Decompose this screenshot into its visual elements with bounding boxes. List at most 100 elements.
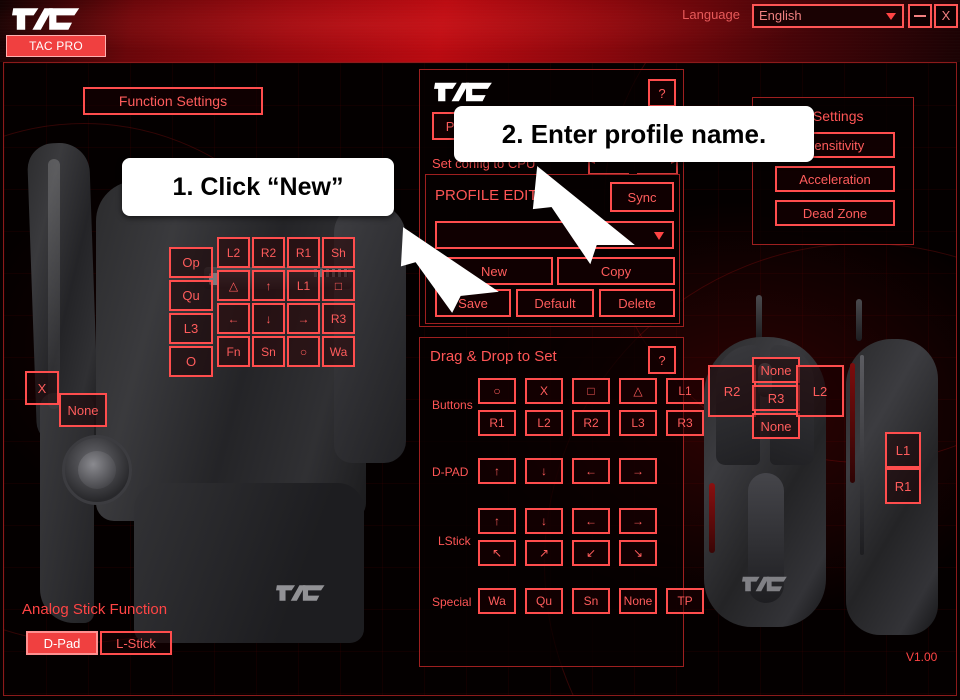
dd-key[interactable]: L3 [619, 410, 657, 436]
dragdrop-help-button[interactable]: ? [648, 346, 676, 374]
mouse-tac-logo-icon [742, 576, 787, 592]
stick-tag-none[interactable]: None [59, 393, 107, 427]
dragdrop-row-label-buttons: Buttons [432, 398, 473, 412]
dragdrop-row-lstick-2: ↖ ↗ ↙ ↘ [478, 540, 657, 566]
dd-key[interactable]: ↖ [478, 540, 516, 566]
analog-mode-dpad[interactable]: D-Pad [26, 631, 98, 655]
mouse-tag-none-bottom[interactable]: None [752, 413, 800, 439]
dd-key[interactable]: → [619, 508, 657, 534]
dragdrop-title: Drag & Drop to Set [430, 348, 557, 365]
callout-step-2: 2. Enter profile name. [454, 106, 814, 162]
keypad-cell[interactable]: ↑ [252, 270, 285, 301]
mouse-tag-l1[interactable]: L1 [885, 432, 921, 468]
keypad-cell[interactable]: R3 [322, 303, 355, 334]
dd-key[interactable]: ○ [478, 378, 516, 404]
gamepad-analog-stick-cap [78, 451, 116, 489]
panel-tac-logo-icon [434, 82, 492, 102]
default-profile-button[interactable]: Default [516, 289, 594, 317]
callout-arrow-2-icon [532, 166, 635, 265]
keypad-cell[interactable]: △ [217, 270, 250, 301]
keypad-cell[interactable]: Sn [252, 336, 285, 367]
callout-step-1-text: 1. Click “New” [172, 172, 344, 201]
side-key-op[interactable]: Op [169, 247, 213, 278]
dd-key[interactable]: R1 [478, 410, 516, 436]
keypad-grid: L2 R2 R1 Sh △ ↑ L1 □ ← ↓ → R3 Fn Sn ○ Wa [217, 237, 355, 367]
keypad-cell[interactable]: Fn [217, 336, 250, 367]
application-window: TAC PRO Language English X Function Sett… [0, 0, 960, 700]
side-key-circle[interactable]: O [169, 346, 213, 377]
gamepad-left-lower [40, 393, 94, 623]
dragdrop-row-label-lstick: LStick [438, 534, 471, 548]
stick-tag-x[interactable]: X [25, 371, 59, 405]
minimize-button[interactable] [908, 4, 932, 28]
dd-key[interactable]: ↑ [478, 458, 516, 484]
language-label: Language [682, 7, 740, 22]
language-select[interactable]: English [752, 4, 904, 28]
dd-key[interactable]: → [619, 458, 657, 484]
dd-key[interactable]: Wa [478, 588, 516, 614]
dd-key[interactable]: R2 [572, 410, 610, 436]
tac-logo-icon [12, 8, 80, 30]
mouse-tag-none-top[interactable]: None [752, 357, 800, 383]
mouse-led-accent [709, 483, 715, 553]
dd-key[interactable]: None [619, 588, 657, 614]
dragdrop-row-lstick-1: ↑ ↓ ← → [478, 508, 657, 534]
function-settings-button[interactable]: Function Settings [83, 87, 263, 115]
dragdrop-panel: Drag & Drop to Set ? Buttons ○ X □ △ L1 … [419, 337, 704, 667]
gamepad-tac-logo-icon [276, 585, 325, 601]
keypad-cell[interactable]: L1 [287, 270, 320, 301]
dragdrop-row-buttons-1: ○ X □ △ L1 [478, 378, 704, 404]
dragdrop-row-label-special: Special [432, 595, 472, 609]
keypad-cell[interactable]: □ [322, 270, 355, 301]
mouse-tag-r3[interactable]: R3 [752, 385, 800, 411]
side-key-l3[interactable]: L3 [169, 313, 213, 344]
tac-pro-badge: TAC PRO [6, 35, 106, 57]
keypad-cell[interactable]: Sh [322, 237, 355, 268]
title-bar: TAC PRO Language English X [0, 0, 960, 62]
mouse-tag-r2[interactable]: R2 [708, 365, 756, 417]
analog-mode-lstick[interactable]: L-Stick [100, 631, 172, 655]
dd-key[interactable]: X [525, 378, 563, 404]
callout-arrow-1-icon [400, 227, 499, 313]
mouse-side-accent [850, 363, 855, 483]
dd-key[interactable]: Sn [572, 588, 610, 614]
delete-profile-button[interactable]: Delete [599, 289, 675, 317]
dd-key[interactable]: ↘ [619, 540, 657, 566]
keypad-cell[interactable]: → [287, 303, 320, 334]
callout-step-2-text: 2. Enter profile name. [501, 118, 767, 149]
keypad-cell[interactable]: R2 [252, 237, 285, 268]
mouse-tag-r1[interactable]: R1 [885, 468, 921, 504]
dd-key[interactable]: R3 [666, 410, 704, 436]
dd-key[interactable]: TP [666, 588, 704, 614]
dd-key[interactable]: ↑ [478, 508, 516, 534]
dd-key[interactable]: L2 [525, 410, 563, 436]
deadzone-button[interactable]: Dead Zone [775, 200, 895, 226]
profile-help-button[interactable]: ? [648, 79, 676, 107]
dd-key[interactable]: △ [619, 378, 657, 404]
language-select-value: English [759, 8, 802, 23]
dd-key[interactable]: ↓ [525, 508, 563, 534]
keypad-cell[interactable]: ← [217, 303, 250, 334]
close-button[interactable]: X [934, 4, 958, 28]
dd-key[interactable]: ← [572, 458, 610, 484]
dd-key[interactable]: ↓ [525, 458, 563, 484]
dd-key[interactable]: ↙ [572, 540, 610, 566]
dd-key[interactable]: Qu [525, 588, 563, 614]
keypad-cell[interactable]: R1 [287, 237, 320, 268]
mouse-cable-top [756, 295, 762, 341]
keypad-cell[interactable]: L2 [217, 237, 250, 268]
dd-key[interactable]: L1 [666, 378, 704, 404]
dd-key[interactable]: □ [572, 378, 610, 404]
side-key-qu[interactable]: Qu [169, 280, 213, 311]
dragdrop-row-label-dpad: D-PAD [432, 465, 469, 479]
acceleration-button[interactable]: Acceleration [775, 166, 895, 192]
keypad-cell[interactable]: ○ [287, 336, 320, 367]
dd-key[interactable]: ← [572, 508, 610, 534]
keypad-cell[interactable]: ↓ [252, 303, 285, 334]
mouse-tag-l2[interactable]: L2 [796, 365, 844, 417]
dragdrop-row-dpad: ↑ ↓ ← → [478, 458, 657, 484]
minimize-icon [914, 15, 926, 17]
analog-stick-function-label: Analog Stick Function [22, 601, 168, 618]
dd-key[interactable]: ↗ [525, 540, 563, 566]
keypad-cell[interactable]: Wa [322, 336, 355, 367]
